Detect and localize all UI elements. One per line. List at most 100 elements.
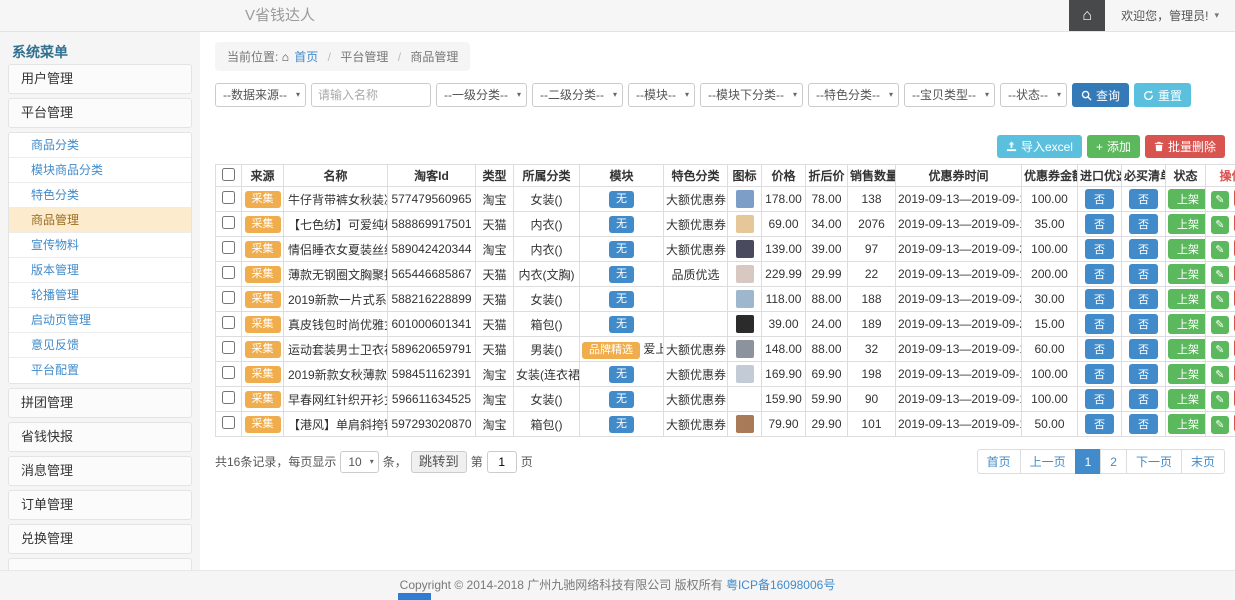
import-select-toggle[interactable]: 否 [1085,364,1114,384]
row-checkbox[interactable] [222,391,235,404]
filter-status[interactable]: --状态-- ▾ [1000,83,1067,107]
import-select-toggle[interactable]: 否 [1085,389,1114,409]
row-checkbox[interactable] [222,416,235,429]
status-toggle[interactable]: 上架 [1168,389,1206,409]
sidebar-item-clipped[interactable] [8,558,192,570]
edit-button[interactable]: ✎ [1211,341,1229,359]
user-menu[interactable]: 欢迎您，管理员! ▾ [1105,0,1235,31]
filter-level1-category[interactable]: --一级分类-- ▾ [436,83,527,107]
special-category: 大额优惠券 [664,212,728,237]
must-buy-toggle[interactable]: 否 [1129,314,1158,334]
status-toggle[interactable]: 上架 [1168,339,1206,359]
status-toggle[interactable]: 上架 [1168,214,1206,234]
sidebar-item-order-management[interactable]: 订单管理 [8,490,192,520]
import-select-toggle[interactable]: 否 [1085,189,1114,209]
must-buy-toggle[interactable]: 否 [1129,389,1158,409]
edit-button[interactable]: ✎ [1211,391,1229,409]
sidebar-item-exchange-management[interactable]: 兑换管理 [8,524,192,554]
home-button[interactable]: ⌂ [1069,0,1105,31]
import-select-toggle[interactable]: 否 [1085,289,1114,309]
row-checkbox[interactable] [222,316,235,329]
filter-item-type[interactable]: --宝贝类型-- ▾ [904,83,995,107]
must-buy-toggle[interactable]: 否 [1129,189,1158,209]
status-toggle[interactable]: 上架 [1168,239,1206,259]
sidebar-item-saving-news[interactable]: 省钱快报 [8,422,192,452]
reset-button[interactable]: 重置 [1134,83,1191,107]
page-first-button[interactable]: 首页 [977,449,1021,474]
sidebar-subitem-featured-category[interactable]: 特色分类 [9,183,191,208]
select-all-checkbox[interactable] [222,168,235,181]
row-checkbox[interactable] [222,191,235,204]
sidebar-subitem-splash-management[interactable]: 启动页管理 [9,308,191,333]
must-buy-toggle[interactable]: 否 [1129,339,1158,359]
filter-data-source[interactable]: --数据来源-- ▾ [215,83,306,107]
status-toggle[interactable]: 上架 [1168,414,1206,434]
name-search-input[interactable] [311,83,431,107]
page-prev-button[interactable]: 上一页 [1020,449,1076,474]
row-checkbox[interactable] [222,366,235,379]
import-select-toggle[interactable]: 否 [1085,214,1114,234]
edit-button[interactable]: ✎ [1211,216,1229,234]
filter-module[interactable]: --模块-- ▾ [628,83,695,107]
page-2-button[interactable]: 2 [1100,449,1127,474]
page-next-button[interactable]: 下一页 [1126,449,1182,474]
edit-button[interactable]: ✎ [1211,291,1229,309]
edit-button[interactable]: ✎ [1211,416,1229,434]
search-button[interactable]: 查询 [1072,83,1129,107]
must-buy-toggle[interactable]: 否 [1129,214,1158,234]
page-last-button[interactable]: 末页 [1181,449,1225,474]
sidebar-subitem-platform-config[interactable]: 平台配置 [9,358,191,383]
sidebar-subitem-promo-materials[interactable]: 宣传物料 [9,233,191,258]
edit-button[interactable]: ✎ [1211,191,1229,209]
breadcrumb-home-link[interactable]: 首页 [294,50,318,64]
edit-button[interactable]: ✎ [1211,241,1229,259]
sidebar-subitem-goods-management[interactable]: 商品管理 [9,208,191,233]
row-checkbox[interactable] [222,341,235,354]
status-toggle[interactable]: 上架 [1168,189,1206,209]
sidebar-item-group-buy[interactable]: 拼团管理 [8,388,192,418]
import-select-toggle[interactable]: 否 [1085,414,1114,434]
sidebar-subitem-version-management[interactable]: 版本管理 [9,258,191,283]
import-select-toggle[interactable]: 否 [1085,314,1114,334]
import-excel-button[interactable]: 导入excel [997,135,1082,158]
add-button[interactable]: + 添加 [1087,135,1140,158]
row-checkbox[interactable] [222,291,235,304]
sidebar-subitem-goods-category[interactable]: 商品分类 [9,133,191,158]
edit-button[interactable]: ✎ [1211,366,1229,384]
row-checkbox[interactable] [222,266,235,279]
must-buy-toggle[interactable]: 否 [1129,239,1158,259]
filter-level2-category[interactable]: --二级分类-- ▾ [532,83,623,107]
edit-button[interactable]: ✎ [1211,316,1229,334]
must-buy-toggle[interactable]: 否 [1129,289,1158,309]
import-select-toggle[interactable]: 否 [1085,239,1114,259]
sidebar-item-platform-management[interactable]: 平台管理 [8,98,192,128]
status-toggle[interactable]: 上架 [1168,314,1206,334]
row-checkbox[interactable] [222,241,235,254]
price: 148.00 [762,337,806,362]
status-toggle[interactable]: 上架 [1168,264,1206,284]
sidebar-item-message-management[interactable]: 消息管理 [8,456,192,486]
filter-special-category[interactable]: --特色分类-- ▾ [808,83,899,107]
sidebar-subitem-carousel-management[interactable]: 轮播管理 [9,283,191,308]
must-buy-toggle[interactable]: 否 [1129,264,1158,284]
filter-module-subcategory[interactable]: --模块下分类-- ▾ [700,83,803,107]
sidebar-item-user-management[interactable]: 用户管理 [8,64,192,94]
jump-page-input[interactable] [487,451,517,473]
import-select-toggle[interactable]: 否 [1085,264,1114,284]
must-buy-toggle[interactable]: 否 [1129,364,1158,384]
jump-button[interactable]: 跳转到 [411,451,467,473]
module-badge: 无 [609,216,634,233]
per-page-select[interactable]: 10 ▾ [340,451,378,473]
status-toggle[interactable]: 上架 [1168,364,1206,384]
page-1-button[interactable]: 1 [1075,449,1102,474]
table-row: 采集 运动套装男士卫衣初秋... 589620659791 天猫 男装() 品牌… [216,337,1235,362]
row-checkbox[interactable] [222,216,235,229]
sidebar-subitem-feedback[interactable]: 意见反馈 [9,333,191,358]
edit-button[interactable]: ✎ [1211,266,1229,284]
batch-delete-button[interactable]: 批量删除 [1145,135,1225,158]
icp-link[interactable]: 粤ICP备16098006号 [726,578,835,592]
sidebar-subitem-module-goods-category[interactable]: 模块商品分类 [9,158,191,183]
import-select-toggle[interactable]: 否 [1085,339,1114,359]
status-toggle[interactable]: 上架 [1168,289,1206,309]
must-buy-toggle[interactable]: 否 [1129,414,1158,434]
